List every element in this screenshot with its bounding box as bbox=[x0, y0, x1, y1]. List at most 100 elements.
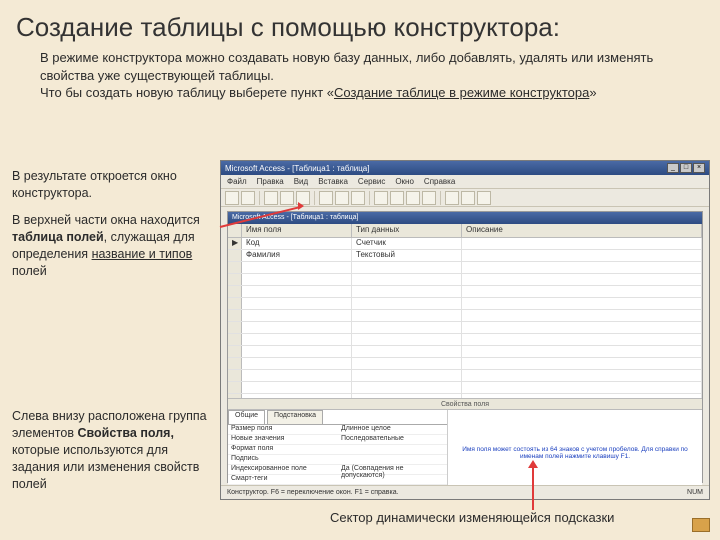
cell-desc[interactable] bbox=[462, 250, 702, 261]
menu-insert[interactable]: Вставка bbox=[318, 177, 348, 186]
table-row[interactable] bbox=[228, 346, 702, 358]
cell-type[interactable]: Текстовый bbox=[352, 250, 462, 261]
table-row[interactable] bbox=[228, 334, 702, 346]
row-selector[interactable] bbox=[228, 250, 242, 261]
table-row[interactable]: ФамилияТекстовый bbox=[228, 250, 702, 262]
menu-help[interactable]: Справка bbox=[424, 177, 455, 186]
toolbar-button[interactable] bbox=[280, 191, 294, 205]
cell-name[interactable] bbox=[242, 394, 352, 398]
cell-type[interactable] bbox=[352, 298, 462, 309]
row-selector[interactable] bbox=[228, 334, 242, 345]
cell-type[interactable] bbox=[352, 394, 462, 398]
property-row[interactable]: Новые значенияПоследовательные bbox=[228, 435, 447, 445]
cell-name[interactable] bbox=[242, 298, 352, 309]
cell-type[interactable] bbox=[352, 358, 462, 369]
row-selector[interactable] bbox=[228, 382, 242, 393]
table-row[interactable] bbox=[228, 322, 702, 334]
toolbar-button[interactable] bbox=[264, 191, 278, 205]
cell-name[interactable] bbox=[242, 310, 352, 321]
cell-name[interactable] bbox=[242, 346, 352, 357]
property-value[interactable]: Да (Совпадения не допускаются) bbox=[338, 465, 447, 474]
toolbar-button[interactable] bbox=[241, 191, 255, 205]
cell-type[interactable]: Счетчик bbox=[352, 238, 462, 249]
cell-name[interactable]: Код bbox=[242, 238, 352, 249]
close-button[interactable]: × bbox=[693, 163, 705, 173]
cell-desc[interactable] bbox=[462, 274, 702, 285]
menu-window[interactable]: Окно bbox=[395, 177, 414, 186]
cell-desc[interactable] bbox=[462, 334, 702, 345]
row-selector[interactable] bbox=[228, 358, 242, 369]
toolbar-button[interactable] bbox=[296, 191, 310, 205]
row-selector[interactable] bbox=[228, 262, 242, 273]
cell-type[interactable] bbox=[352, 274, 462, 285]
row-selector[interactable] bbox=[228, 322, 242, 333]
cell-name[interactable] bbox=[242, 286, 352, 297]
row-selector[interactable] bbox=[228, 370, 242, 381]
cell-desc[interactable] bbox=[462, 322, 702, 333]
cell-desc[interactable] bbox=[462, 382, 702, 393]
toolbar-button[interactable] bbox=[461, 191, 475, 205]
cell-name[interactable] bbox=[242, 262, 352, 273]
property-row[interactable]: Подпись bbox=[228, 455, 447, 465]
tab-lookup[interactable]: Подстановка bbox=[267, 410, 323, 424]
table-row[interactable] bbox=[228, 274, 702, 286]
cell-name[interactable] bbox=[242, 370, 352, 381]
property-row[interactable]: Индексированное полеДа (Совпадения не до… bbox=[228, 465, 447, 475]
row-selector[interactable] bbox=[228, 310, 242, 321]
toolbar-button[interactable] bbox=[477, 191, 491, 205]
cell-type[interactable] bbox=[352, 310, 462, 321]
toolbar-button[interactable] bbox=[406, 191, 420, 205]
grid-body[interactable]: ▶КодСчетчикФамилияТекстовый bbox=[228, 238, 702, 398]
table-row[interactable] bbox=[228, 286, 702, 298]
property-value[interactable] bbox=[338, 455, 447, 464]
row-selector[interactable] bbox=[228, 346, 242, 357]
cell-name[interactable] bbox=[242, 334, 352, 345]
cell-desc[interactable] bbox=[462, 310, 702, 321]
table-row[interactable] bbox=[228, 370, 702, 382]
cell-type[interactable] bbox=[352, 322, 462, 333]
table-row[interactable] bbox=[228, 358, 702, 370]
property-value[interactable]: Длинное целое bbox=[338, 425, 447, 434]
property-row[interactable]: Размер поляДлинное целое bbox=[228, 425, 447, 435]
menu-edit[interactable]: Правка bbox=[257, 177, 284, 186]
cell-desc[interactable] bbox=[462, 262, 702, 273]
cell-name[interactable] bbox=[242, 382, 352, 393]
menu-tools[interactable]: Сервис bbox=[358, 177, 385, 186]
cell-type[interactable] bbox=[352, 382, 462, 393]
table-row[interactable]: ▶КодСчетчик bbox=[228, 238, 702, 250]
cell-type[interactable] bbox=[352, 262, 462, 273]
toolbar-button[interactable] bbox=[374, 191, 388, 205]
row-selector[interactable] bbox=[228, 286, 242, 297]
maximize-button[interactable]: □ bbox=[680, 163, 692, 173]
cell-desc[interactable] bbox=[462, 286, 702, 297]
toolbar-button[interactable] bbox=[390, 191, 404, 205]
cell-name[interactable] bbox=[242, 322, 352, 333]
property-row[interactable]: Смарт-теги bbox=[228, 475, 447, 485]
table-row[interactable] bbox=[228, 298, 702, 310]
row-selector[interactable] bbox=[228, 298, 242, 309]
property-row[interactable]: Формат поля bbox=[228, 445, 447, 455]
row-selector[interactable] bbox=[228, 394, 242, 398]
table-row[interactable] bbox=[228, 310, 702, 322]
cell-type[interactable] bbox=[352, 286, 462, 297]
cell-type[interactable] bbox=[352, 370, 462, 381]
next-slide-icon[interactable] bbox=[692, 518, 710, 532]
cell-type[interactable] bbox=[352, 334, 462, 345]
cell-name[interactable]: Фамилия bbox=[242, 250, 352, 261]
cell-desc[interactable] bbox=[462, 394, 702, 398]
cell-name[interactable] bbox=[242, 358, 352, 369]
toolbar-button[interactable] bbox=[225, 191, 239, 205]
cell-desc[interactable] bbox=[462, 370, 702, 381]
menu-file[interactable]: Файл bbox=[227, 177, 247, 186]
toolbar-button[interactable] bbox=[445, 191, 459, 205]
toolbar-button[interactable] bbox=[351, 191, 365, 205]
cell-desc[interactable] bbox=[462, 346, 702, 357]
toolbar-button[interactable] bbox=[335, 191, 349, 205]
menu-view[interactable]: Вид bbox=[294, 177, 308, 186]
table-row[interactable] bbox=[228, 394, 702, 398]
cell-type[interactable] bbox=[352, 346, 462, 357]
table-row[interactable] bbox=[228, 262, 702, 274]
minimize-button[interactable]: _ bbox=[667, 163, 679, 173]
row-selector[interactable]: ▶ bbox=[228, 238, 242, 249]
toolbar-button[interactable] bbox=[319, 191, 333, 205]
